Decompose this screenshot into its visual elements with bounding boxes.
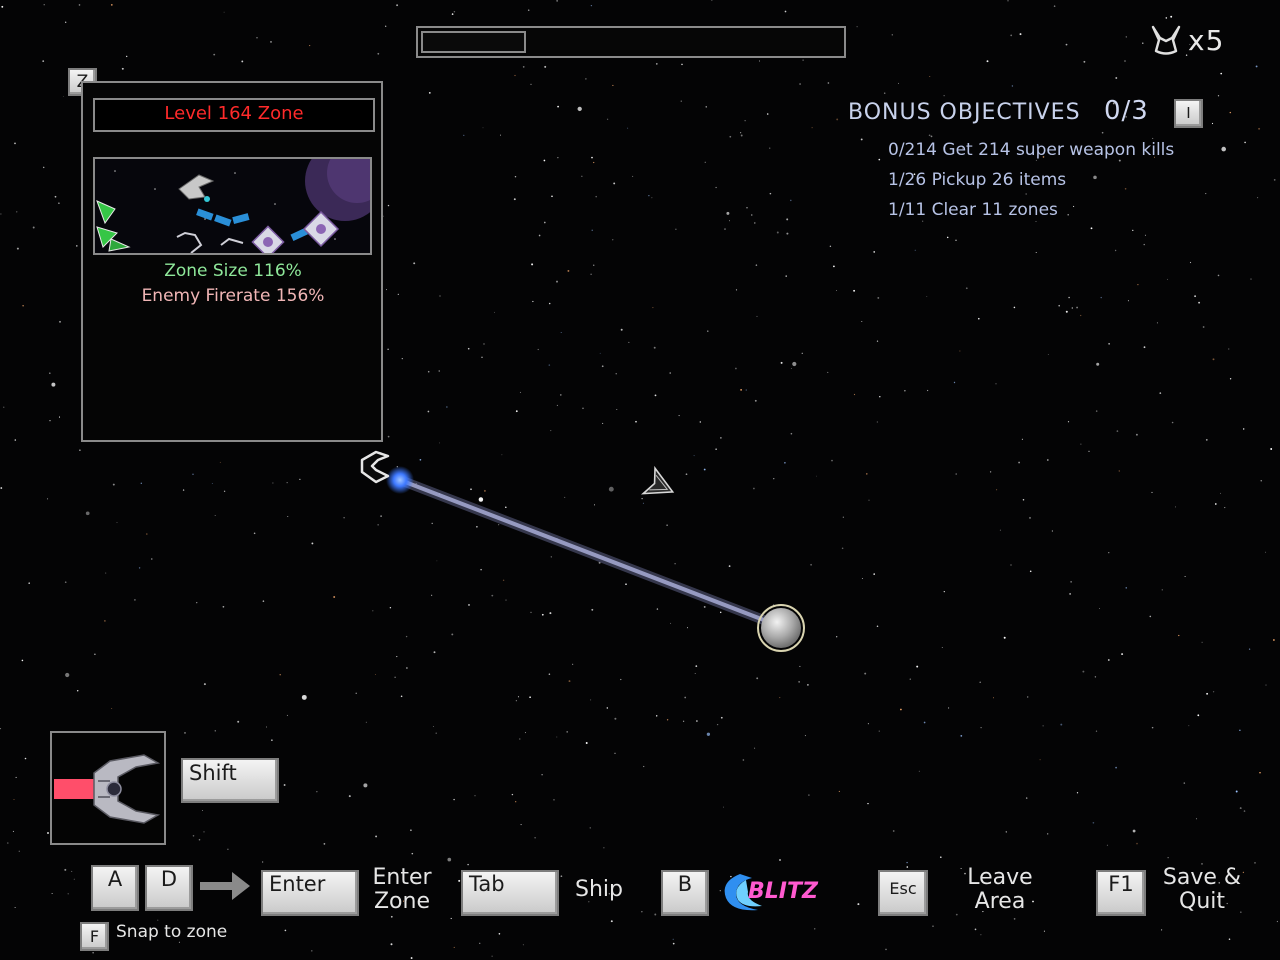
zone-node-planet[interactable] <box>757 604 805 652</box>
key-a[interactable]: A <box>91 865 139 911</box>
key-enter[interactable]: Enter <box>261 870 359 916</box>
zone-progress-bar <box>416 26 846 58</box>
lives-count: x5 <box>1188 23 1225 57</box>
enter-zone-label: Enter Zone <box>372 865 432 914</box>
objective-item: 0/214 Get 214 super weapon kills <box>888 140 1175 160</box>
key-tab[interactable]: Tab <box>461 870 559 916</box>
player-ship-icon <box>360 450 390 484</box>
objective-item: 1/11 Clear 11 zones <box>888 200 1058 220</box>
save-quit-label: Save & Quit <box>1162 865 1242 914</box>
arrow-right-icon <box>200 872 250 900</box>
ship-weapon-icon <box>54 754 161 824</box>
blitz-text: BLITZ <box>748 879 819 904</box>
weapon-beam-bar <box>54 779 98 799</box>
key-f[interactable]: F <box>80 922 109 951</box>
lives-counter: x5 <box>1148 22 1248 58</box>
shift-key[interactable]: Shift <box>181 758 279 803</box>
zone-preview-image <box>93 157 372 255</box>
route-line <box>395 475 787 632</box>
blitz-logo: BLITZ <box>724 874 819 911</box>
key-b[interactable]: B <box>661 870 709 916</box>
bonus-info-key[interactable]: I <box>1174 99 1203 128</box>
bonus-objectives-count: 0/3 <box>1104 96 1149 126</box>
objective-item: 1/26 Pickup 26 items <box>888 170 1067 190</box>
zone-title: Level 164 Zone <box>93 98 375 132</box>
super-weapon-slot[interactable] <box>50 731 166 845</box>
zone-size-stat: Zone Size 116% <box>164 261 302 281</box>
key-d[interactable]: D <box>145 865 193 911</box>
bonus-objectives-title: BONUS OBJECTIVES <box>848 100 1081 125</box>
zone-info-panel: Level 164 Zone Zone Size 116% Enemy Fire… <box>81 81 383 442</box>
current-location-marker[interactable] <box>386 466 414 494</box>
key-esc[interactable]: Esc <box>878 870 928 916</box>
leave-area-label: Leave Area <box>967 865 1033 914</box>
zone-progress-fill <box>421 31 526 53</box>
player-ship-lives-icon <box>1151 25 1181 55</box>
key-f1[interactable]: F1 <box>1096 870 1146 916</box>
ship-label: Ship <box>575 877 623 902</box>
enemy-firerate-stat: Enemy Firerate 156% <box>141 286 325 306</box>
enemy-ship-icon <box>640 465 675 495</box>
snap-to-zone-label: Snap to zone <box>116 922 228 942</box>
